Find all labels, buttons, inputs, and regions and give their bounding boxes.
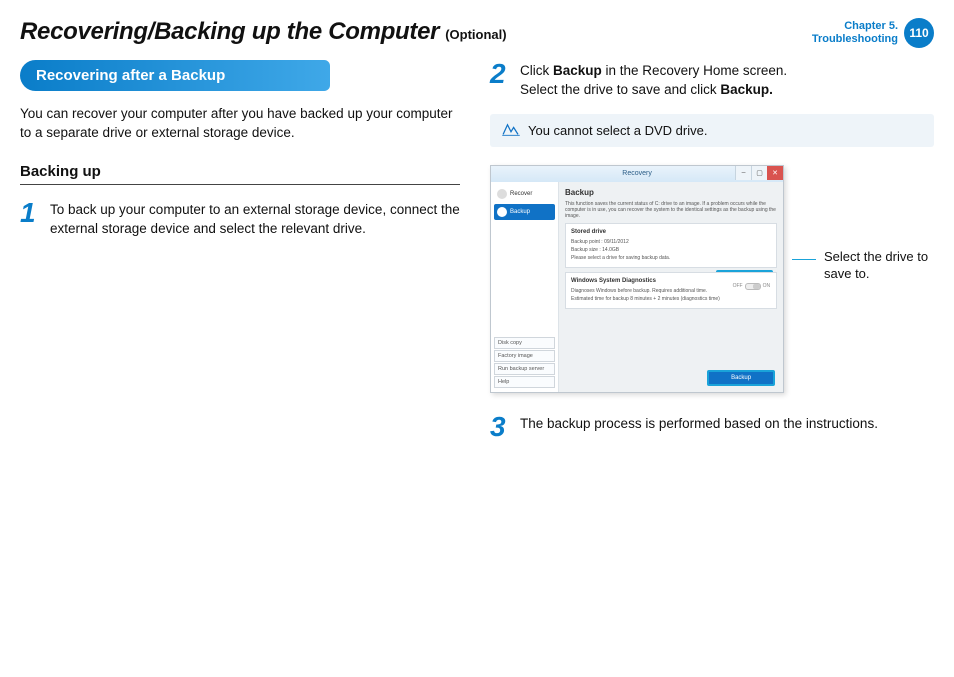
window-maximize-button[interactable]: ▢ xyxy=(751,166,767,180)
diagnostics-row2: Estimated time for backup 8 minutes + 2 … xyxy=(571,295,771,303)
intro-paragraph: You can recover your computer after you … xyxy=(20,105,460,143)
chapter-line2: Troubleshooting xyxy=(812,33,898,46)
sidebar-item-recover[interactable]: Recover xyxy=(494,186,555,202)
sidebar-disk-copy[interactable]: Disk copy xyxy=(494,337,555,349)
step-1-text: To back up your computer to an external … xyxy=(50,199,460,239)
backup-point-row: Backup point : 09/11/2012 xyxy=(571,238,771,246)
step2-mid: in the Recovery Home screen. xyxy=(602,63,787,78)
recovery-app-screenshot: Recovery – ▢ ✕ Recover Backup Disk copy … xyxy=(490,165,784,393)
backup-size-row: Backup size : 14.0GB xyxy=(571,246,771,254)
page-title-optional: (Optional) xyxy=(445,27,506,42)
page-number-badge: 110 xyxy=(904,18,934,48)
chapter-label: Chapter 5. Troubleshooting xyxy=(812,20,898,46)
window-titlebar: Recovery – ▢ ✕ xyxy=(491,166,783,182)
step2-line2-pre: Select the drive to save and click xyxy=(520,82,720,97)
page-title: Recovering/Backing up the Computer xyxy=(20,18,439,46)
note-icon xyxy=(502,123,520,137)
diagnostics-card: Windows System Diagnostics Diagnoses Win… xyxy=(565,272,777,309)
recover-icon xyxy=(497,189,507,199)
window-minimize-button[interactable]: – xyxy=(735,166,751,180)
sidebar-factory-image[interactable]: Factory image xyxy=(494,350,555,362)
step-number-2: 2 xyxy=(490,60,508,100)
step-2-text: Click Backup in the Recovery Home screen… xyxy=(520,60,787,100)
step-number-3: 3 xyxy=(490,413,508,441)
sidebar-label-recover: Recover xyxy=(510,191,532,197)
backup-icon xyxy=(497,207,507,217)
sidebar-help[interactable]: Help xyxy=(494,376,555,388)
callout-connector-line xyxy=(792,259,816,260)
step-number-1: 1 xyxy=(20,199,38,239)
step2-pre: Click xyxy=(520,63,553,78)
sidebar-item-backup[interactable]: Backup xyxy=(494,204,555,220)
section-heading-pill: Recovering after a Backup xyxy=(20,60,330,91)
sidebar: Recover Backup Disk copy Factory image R… xyxy=(491,182,559,392)
note-box: You cannot select a DVD drive. xyxy=(490,114,934,147)
stored-drive-title: Stored drive xyxy=(571,229,771,235)
chapter-line1: Chapter 5. xyxy=(812,20,898,33)
main-panel: Backup This function saves the current s… xyxy=(559,182,783,392)
note-text: You cannot select a DVD drive. xyxy=(528,123,707,138)
stored-drive-card: Stored drive Backup point : 09/11/2012 B… xyxy=(565,223,777,268)
step-3-text: The backup process is performed based on… xyxy=(520,413,878,441)
step2-bold-backup: Backup xyxy=(553,63,602,78)
callout-text: Select the drive to save to. xyxy=(824,249,934,283)
step2-bold-backup2: Backup. xyxy=(720,82,773,97)
panel-description: This function saves the current status o… xyxy=(565,201,777,219)
sidebar-run-backup-server[interactable]: Run backup server xyxy=(494,363,555,375)
toggle-switch[interactable] xyxy=(745,283,761,290)
subheading-backing-up: Backing up xyxy=(20,163,460,185)
sidebar-label-backup: Backup xyxy=(510,209,530,215)
panel-heading: Backup xyxy=(565,188,777,197)
select-drive-row: Please select a drive for saving backup … xyxy=(571,254,771,262)
window-close-button[interactable]: ✕ xyxy=(767,166,783,180)
backup-button[interactable]: Backup xyxy=(707,370,775,386)
toggle-off-label: OFF xyxy=(733,283,743,289)
diagnostics-toggle[interactable]: OFF ON xyxy=(733,283,771,290)
window-title: Recovery xyxy=(622,170,652,177)
toggle-on-label: ON xyxy=(763,283,771,289)
